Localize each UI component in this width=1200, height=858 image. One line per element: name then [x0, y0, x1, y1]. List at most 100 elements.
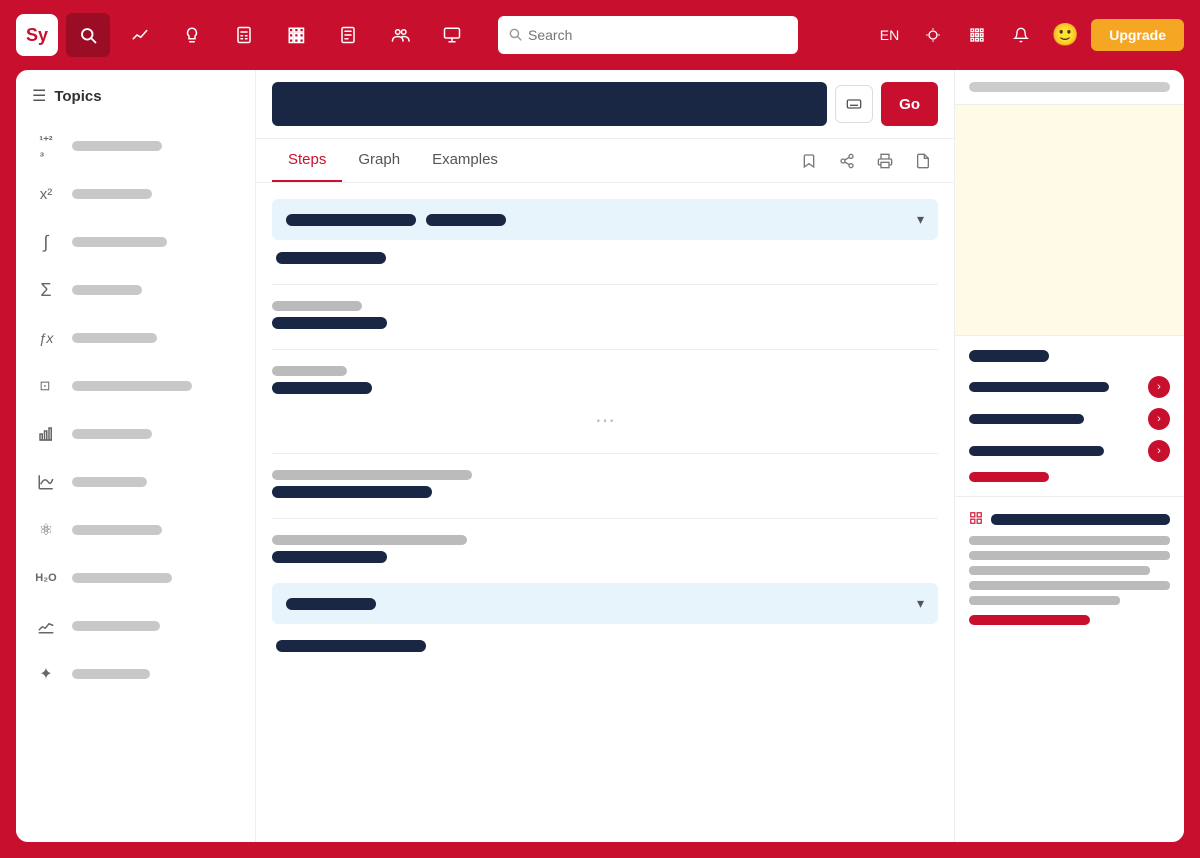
nav-graph-button[interactable] — [118, 13, 162, 57]
theme-toggle-button[interactable] — [915, 17, 951, 53]
calculus-icon: ∫ — [32, 228, 60, 256]
input-bar: Go — [256, 70, 954, 139]
related-arrow-3: › — [1148, 440, 1170, 462]
step-block-4 — [272, 470, 938, 498]
widget-line-5 — [969, 596, 1120, 605]
tab-examples[interactable]: Examples — [416, 139, 514, 182]
step-value-4-1 — [272, 486, 432, 498]
nav-search-button[interactable] — [66, 13, 110, 57]
step-value-5-1 — [272, 551, 387, 563]
step-row-1-1 — [276, 252, 934, 264]
sidebar-item-arithmetic[interactable]: ¹⁺²₃ — [16, 122, 255, 170]
nav-lightbulb-button[interactable] — [170, 13, 214, 57]
right-input-area — [955, 70, 1184, 105]
sidebar-label-matrix — [72, 381, 192, 391]
step-block-1: ▾ — [272, 199, 938, 264]
widget-line-2 — [969, 551, 1170, 560]
widget-line-3 — [969, 566, 1150, 575]
sidebar-item-functions[interactable]: ƒx — [16, 314, 255, 362]
search-input[interactable] — [528, 27, 788, 43]
sidebar-label-arithmetic — [72, 141, 162, 151]
step-label-5-1 — [272, 535, 467, 545]
tab-steps[interactable]: Steps — [272, 139, 342, 182]
sidebar-label-calculus — [72, 237, 167, 247]
related-item-3[interactable]: › — [969, 440, 1170, 462]
download-icon[interactable] — [908, 146, 938, 176]
divider-2 — [272, 349, 938, 350]
related-arrow-2: › — [1148, 408, 1170, 430]
steps-content: ▾ — [256, 183, 954, 842]
go-button[interactable]: Go — [881, 82, 938, 126]
sidebar-item-finance[interactable] — [16, 602, 255, 650]
sidebar-label-functions — [72, 333, 157, 343]
content-area: Go Steps Graph Examples — [256, 70, 954, 842]
graphing-icon — [32, 468, 60, 496]
related-item-bar-2 — [969, 414, 1084, 424]
sidebar-item-calculus[interactable]: ∫ — [16, 218, 255, 266]
widget-link[interactable] — [969, 615, 1090, 625]
finance-icon — [32, 612, 60, 640]
physics-icon: ⚛ — [32, 516, 60, 544]
nav-people-button[interactable] — [378, 13, 422, 57]
sidebar-item-chemistry[interactable]: H₂O — [16, 554, 255, 602]
related-item-2[interactable]: › — [969, 408, 1170, 430]
share-icon[interactable] — [832, 146, 862, 176]
related-link-bar[interactable] — [969, 472, 1049, 482]
sidebar: ☰ Topics ¹⁺²₃ x² ∫ Σ ƒx ⊡ — [16, 70, 256, 842]
sidebar-item-advanced[interactable]: ✦ — [16, 650, 255, 698]
sidebar-item-matrix[interactable]: ⊡ — [16, 362, 255, 410]
apps-button[interactable] — [959, 17, 995, 53]
step-value-3-1 — [272, 382, 372, 394]
related-item-1[interactable]: › — [969, 376, 1170, 398]
result-block[interactable]: ▾ — [272, 583, 938, 624]
sidebar-header: ☰ Topics — [16, 86, 255, 122]
sidebar-item-sigma[interactable]: Σ — [16, 266, 255, 314]
arithmetic-icon: ¹⁺²₃ — [32, 132, 60, 160]
sidebar-label-advanced — [72, 669, 150, 679]
widget-icon — [969, 511, 983, 528]
search-bar[interactable] — [498, 16, 798, 54]
widget-line-1 — [969, 536, 1170, 545]
keyboard-button[interactable] — [835, 85, 873, 123]
chevron-down-icon-result: ▾ — [917, 595, 924, 612]
nav-monitor-button[interactable] — [430, 13, 474, 57]
statistics-icon — [32, 420, 60, 448]
step-header-1[interactable]: ▾ — [272, 199, 938, 240]
language-button[interactable]: EN — [872, 21, 907, 49]
step-header-bars-1 — [286, 214, 506, 226]
step-label-2-1 — [272, 301, 362, 311]
related-item-bar-3 — [969, 446, 1104, 456]
widget-lines — [969, 536, 1170, 605]
step-label-4-1 — [272, 470, 472, 480]
sidebar-item-statistics[interactable] — [16, 410, 255, 458]
print-icon[interactable] — [870, 146, 900, 176]
right-panel: › › › — [954, 70, 1184, 842]
math-expression-input[interactable] — [272, 82, 827, 126]
avatar-button[interactable]: 🙂 — [1047, 17, 1083, 53]
step-header-bar-1b — [426, 214, 506, 226]
sidebar-label-algebra — [72, 189, 152, 199]
search-icon — [508, 27, 522, 44]
sidebar-item-physics[interactable]: ⚛ — [16, 506, 255, 554]
ad-block — [955, 105, 1184, 335]
step-block-5 — [272, 535, 938, 563]
upgrade-button[interactable]: Upgrade — [1091, 19, 1184, 51]
related-title-bar — [969, 350, 1049, 362]
nav-notepad-button[interactable] — [326, 13, 370, 57]
sidebar-toggle-icon[interactable]: ☰ — [32, 86, 46, 106]
logo-button[interactable]: Sy — [16, 14, 58, 56]
matrix-icon: ⊡ — [32, 372, 60, 400]
sidebar-title: Topics — [54, 88, 101, 105]
advanced-icon: ✦ — [32, 660, 60, 688]
notifications-button[interactable] — [1003, 17, 1039, 53]
tabs-bar: Steps Graph Examples — [256, 139, 954, 183]
chevron-down-icon-1: ▾ — [917, 211, 924, 228]
step-row-3-1 — [272, 366, 938, 394]
bookmark-icon[interactable] — [794, 146, 824, 176]
sidebar-item-graphing[interactable] — [16, 458, 255, 506]
divider-3 — [272, 453, 938, 454]
sidebar-item-algebra[interactable]: x² — [16, 170, 255, 218]
tab-graph[interactable]: Graph — [342, 139, 416, 182]
nav-calculator-button[interactable] — [222, 13, 266, 57]
nav-matrix-button[interactable] — [274, 13, 318, 57]
